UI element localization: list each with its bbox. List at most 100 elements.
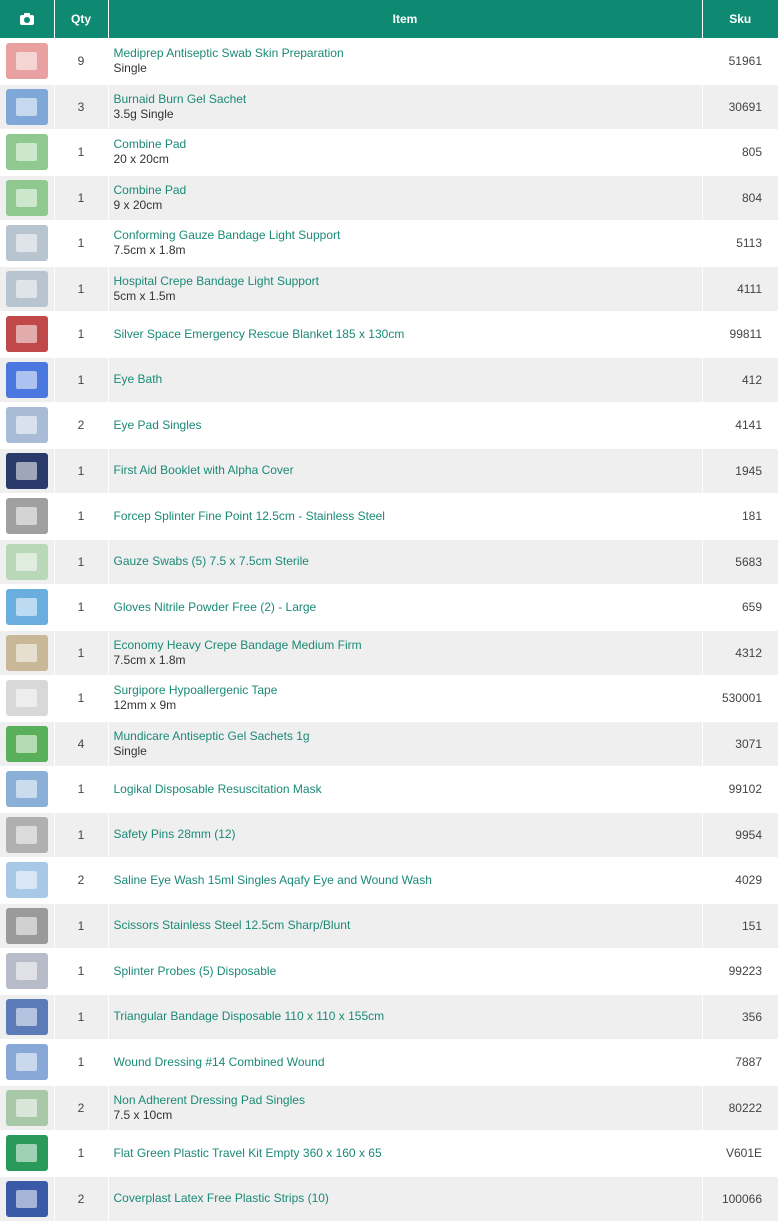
row-item: Conforming Gauze Bandage Light Support 7.…	[108, 220, 703, 266]
header-item[interactable]: Item	[108, 0, 703, 39]
table-row: 1 Wound Dressing #14 Combined Wound 7887	[0, 1039, 778, 1085]
product-thumbnail[interactable]	[5, 907, 48, 944]
product-thumbnail[interactable]	[5, 134, 48, 171]
item-name-link[interactable]: Logikal Disposable Resuscitation Mask	[114, 782, 702, 797]
product-thumbnail[interactable]	[5, 1044, 48, 1081]
row-sku: 5113	[702, 220, 778, 266]
item-name-link[interactable]: Surgipore Hypoallergenic Tape	[114, 683, 702, 698]
item-name-link[interactable]: Eye Bath	[114, 372, 702, 387]
row-item: Gloves Nitrile Powder Free (2) - Large	[108, 584, 703, 630]
product-thumbnail[interactable]	[5, 816, 48, 853]
item-name-link[interactable]: Gauze Swabs (5) 7.5 x 7.5cm Sterile	[114, 554, 702, 569]
table-row: 1 Forcep Splinter Fine Point 12.5cm - Sta…	[0, 493, 778, 539]
product-thumbnail[interactable]	[5, 771, 48, 808]
item-name-link[interactable]: Forcep Splinter Fine Point 12.5cm - Stai…	[114, 509, 702, 524]
product-thumbnail[interactable]	[5, 1089, 48, 1126]
row-qty: 1	[54, 811, 109, 858]
item-name-link[interactable]: Combine Pad	[114, 137, 702, 152]
product-thumbnail[interactable]	[5, 953, 48, 990]
item-name-link[interactable]: Silver Space Emergency Rescue Blanket 18…	[114, 327, 702, 342]
row-item: Forcep Splinter Fine Point 12.5cm - Stai…	[108, 493, 703, 539]
product-thumbnail[interactable]	[5, 361, 48, 398]
table-row: 1 Surgipore Hypoallergenic Tape 12mm x 9m 5…	[0, 675, 778, 721]
row-item: Mundicare Antiseptic Gel Sachets 1g Singl…	[108, 720, 703, 767]
row-thumbnail-cell	[0, 174, 55, 221]
item-name-link[interactable]: Economy Heavy Crepe Bandage Medium Firm	[114, 638, 702, 653]
item-name-link[interactable]: Non Adherent Dressing Pad Singles	[114, 1093, 702, 1108]
product-thumbnail[interactable]	[5, 1135, 48, 1172]
item-name-link[interactable]: Eye Pad Singles	[114, 418, 702, 433]
item-name-link[interactable]: Mundicare Antiseptic Gel Sachets 1g	[114, 729, 702, 744]
product-thumbnail[interactable]	[5, 589, 48, 626]
row-thumbnail-cell	[0, 584, 55, 630]
row-qty: 1	[54, 1039, 109, 1085]
product-thumbnail[interactable]	[5, 498, 48, 535]
item-name-link[interactable]: Combine Pad	[114, 183, 702, 198]
row-thumbnail-cell	[0, 83, 55, 130]
item-variant: Single	[113, 61, 147, 76]
item-name-link[interactable]: Splinter Probes (5) Disposable	[114, 964, 702, 979]
row-sku: 530001	[702, 675, 778, 721]
row-thumbnail-cell	[0, 1084, 55, 1131]
row-item: Saline Eye Wash 15ml Singles Aqafy Eye a…	[108, 857, 703, 903]
row-thumbnail-cell	[0, 311, 55, 357]
row-thumbnail-cell	[0, 402, 55, 448]
item-name-link[interactable]: Gloves Nitrile Powder Free (2) - Large	[114, 600, 702, 615]
product-thumbnail[interactable]	[5, 88, 48, 125]
row-item: Flat Green Plastic Travel Kit Empty 360 …	[108, 1130, 703, 1176]
product-thumbnail[interactable]	[5, 179, 48, 216]
item-name-link[interactable]: Burnaid Burn Gel Sachet	[114, 92, 702, 107]
product-thumbnail[interactable]	[5, 998, 48, 1035]
product-thumbnail[interactable]	[5, 862, 48, 899]
product-thumbnail[interactable]	[5, 1180, 48, 1217]
item-variant: 9 x 20cm	[113, 197, 163, 212]
row-item: Splinter Probes (5) Disposable	[108, 948, 703, 994]
item-variant: 5cm x 1.5m	[113, 288, 176, 303]
item-name-link[interactable]: Triangular Bandage Disposable 110 x 110 …	[114, 1009, 702, 1024]
row-qty: 2	[54, 402, 109, 448]
table-row: 1 Silver Space Emergency Rescue Blanket 1…	[0, 311, 778, 357]
row-sku: 51961	[702, 38, 778, 84]
product-thumbnail[interactable]	[5, 225, 48, 262]
item-name-link[interactable]: Wound Dressing #14 Combined Wound	[114, 1055, 702, 1070]
table-row: 1 Conforming Gauze Bandage Light Support 7…	[0, 220, 778, 266]
product-thumbnail[interactable]	[5, 725, 48, 762]
item-name-link[interactable]: Coverplast Latex Free Plastic Strips (10…	[114, 1191, 702, 1206]
row-thumbnail-cell	[0, 356, 55, 403]
row-item: Combine Pad 9 x 20cm	[108, 174, 703, 221]
item-name-link[interactable]: Flat Green Plastic Travel Kit Empty 360 …	[114, 1146, 702, 1161]
item-name-link[interactable]: Mediprep Antiseptic Swab Skin Preparatio…	[114, 46, 702, 61]
item-name-link[interactable]: Safety Pins 28mm (12)	[114, 827, 702, 842]
table-header-row: Qty Item Sku	[0, 0, 778, 39]
row-sku: 1945	[702, 447, 778, 494]
header-qty[interactable]: Qty	[54, 0, 109, 39]
row-sku: 9954	[702, 811, 778, 858]
product-thumbnail[interactable]	[5, 634, 48, 671]
product-thumbnail[interactable]	[5, 680, 48, 717]
product-thumbnail[interactable]	[5, 543, 48, 580]
header-sku[interactable]: Sku	[702, 0, 778, 39]
row-qty: 1	[54, 584, 109, 630]
table-row: 1 Logikal Disposable Resuscitation Mask 99…	[0, 766, 778, 812]
row-qty: 1	[54, 675, 109, 721]
row-qty: 2	[54, 857, 109, 903]
row-item: Burnaid Burn Gel Sachet 3.5g Single	[108, 83, 703, 130]
row-thumbnail-cell	[0, 38, 55, 84]
product-thumbnail[interactable]	[5, 270, 48, 307]
row-sku: 412	[702, 356, 778, 403]
item-name-link[interactable]: Hospital Crepe Bandage Light Support	[114, 274, 702, 289]
item-variant: 20 x 20cm	[113, 152, 169, 167]
product-thumbnail[interactable]	[5, 407, 48, 444]
row-qty: 9	[54, 38, 109, 84]
item-name-link[interactable]: Saline Eye Wash 15ml Singles Aqafy Eye a…	[114, 873, 702, 888]
product-thumbnail[interactable]	[5, 452, 48, 489]
row-sku: 4312	[702, 629, 778, 676]
item-name-link[interactable]: Conforming Gauze Bandage Light Support	[114, 228, 702, 243]
product-thumbnail[interactable]	[5, 43, 48, 80]
product-thumbnail[interactable]	[5, 316, 48, 353]
table-row: 1 Economy Heavy Crepe Bandage Medium Firm…	[0, 629, 778, 676]
item-name-link[interactable]: First Aid Booklet with Alpha Cover	[114, 463, 702, 478]
item-name-link[interactable]: Scissors Stainless Steel 12.5cm Sharp/Bl…	[114, 918, 702, 933]
row-thumbnail-cell	[0, 857, 55, 903]
row-qty: 1	[54, 948, 109, 994]
